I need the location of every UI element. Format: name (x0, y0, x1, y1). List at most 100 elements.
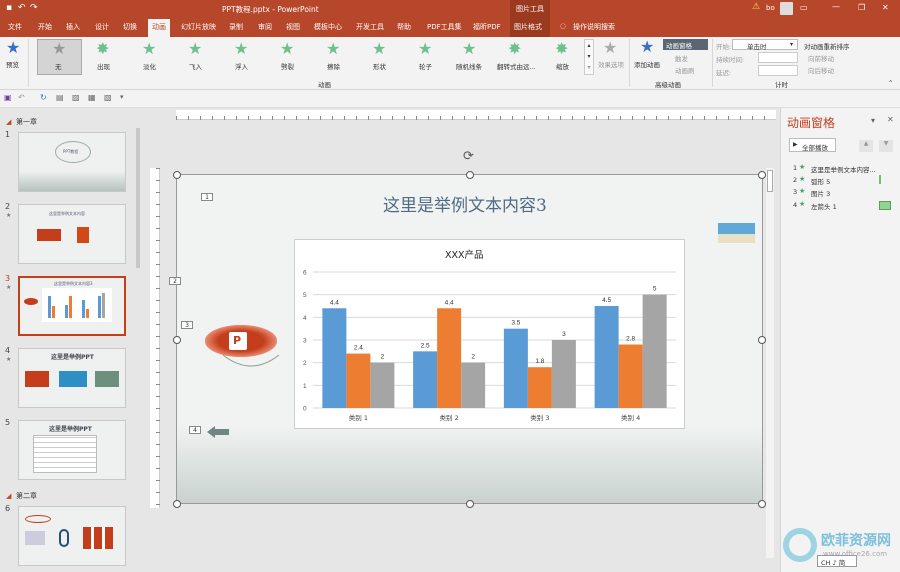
anim-list-item[interactable]: 3 ★ 图片 3 (793, 187, 893, 199)
effect-shape-label[interactable]: 形状 (373, 61, 386, 71)
restore-button[interactable]: ❐ (858, 3, 865, 12)
effect-wheel-icon[interactable]: ★ (418, 41, 432, 57)
lightbulb-icon[interactable]: ◌ (560, 22, 566, 30)
tab-picture-format[interactable]: 图片格式 (514, 22, 542, 32)
anim-list-item[interactable]: 1 ★ 这里是举例文本内容... (793, 163, 893, 175)
resize-handle[interactable] (758, 171, 766, 179)
ime-indicator[interactable]: CH ♪ 简 (817, 555, 857, 567)
add-animation-icon[interactable]: ★ (640, 39, 654, 55)
pane-options-icon[interactable]: ▾ (871, 116, 875, 125)
collapse-ribbon-icon[interactable]: ⌃ (888, 79, 893, 87)
image-icon[interactable]: ▨ (72, 93, 80, 102)
preview-icon[interactable]: ★ (6, 40, 20, 56)
resize-handle[interactable] (173, 500, 181, 508)
move-later-button[interactable]: 向后移动 (808, 65, 834, 75)
close-button[interactable]: ✕ (882, 3, 889, 12)
resize-handle[interactable] (758, 336, 766, 344)
ribbon-display-icon[interactable]: ▭ (800, 3, 808, 12)
section-chevron-icon[interactable]: ◢ (6, 492, 11, 500)
move-up-icon[interactable]: ▲ (859, 140, 873, 152)
delay-input[interactable] (758, 65, 798, 76)
effect-shape-icon[interactable]: ★ (372, 41, 386, 57)
resize-handle[interactable] (466, 500, 474, 508)
effect-options-button[interactable]: 效果选项 (598, 59, 624, 69)
tab-home[interactable]: 开始 (38, 22, 52, 32)
beach-image[interactable] (718, 223, 755, 243)
tab-review[interactable]: 审阅 (258, 22, 272, 32)
gallery-scroll[interactable]: ▴ ▾ ▿ (584, 39, 594, 75)
tell-me-search[interactable]: 操作说明搜索 (573, 22, 615, 32)
customize-qat-icon[interactable]: ▾ (120, 93, 124, 101)
slide-thumb-6[interactable] (18, 506, 126, 566)
warning-icon[interactable]: ⚠ (752, 2, 760, 12)
tab-foxit-pdf[interactable]: 福昕PDF (473, 22, 501, 32)
play-all-button[interactable]: ▶ 全部播放 (789, 138, 836, 152)
effect-float-in-label[interactable]: 浮入 (235, 61, 248, 71)
effect-wipe-icon[interactable]: ★ (326, 41, 340, 57)
start-dropdown[interactable]: 单击时 ▾ (732, 39, 798, 51)
slide-thumb-5[interactable]: 这里是举例PPT (18, 420, 126, 480)
tab-transitions[interactable]: 切换 (123, 22, 137, 32)
effect-wipe-label[interactable]: 擦除 (327, 61, 340, 71)
slide-thumb-3[interactable]: 这里是举例文本内容3 (18, 276, 126, 336)
anim-tag-4[interactable]: 4 (189, 426, 201, 434)
grid-icon[interactable]: ▦ (88, 93, 96, 102)
tab-pdf-tools[interactable]: PDF工具集 (427, 22, 462, 32)
slide-thumb-2[interactable]: 这里是举例文本内容 (18, 204, 126, 264)
tab-record[interactable]: 录制 (229, 22, 243, 32)
tab-template-center[interactable]: 模板中心 (314, 22, 342, 32)
tab-view[interactable]: 视图 (286, 22, 300, 32)
anim-tag-2[interactable]: 2 (169, 277, 181, 285)
anim-list-item[interactable]: 4 ★ 左箭头 1 (793, 200, 893, 212)
vertical-scrollbar[interactable] (766, 168, 774, 558)
left-arrow-shape[interactable] (207, 426, 229, 438)
undo-icon[interactable]: ↶ (18, 3, 26, 13)
redo-icon[interactable]: ↷ (30, 3, 38, 13)
tab-insert[interactable]: 插入 (66, 22, 80, 32)
thumbs-scrollbar[interactable] (136, 128, 140, 268)
move-earlier-button[interactable]: 向前移动 (808, 53, 834, 63)
slide-icon[interactable]: ▤ (56, 93, 64, 102)
minimize-button[interactable]: — (832, 2, 840, 11)
effect-split-icon[interactable]: ★ (280, 41, 294, 57)
format-icon[interactable]: ▧ (104, 93, 112, 102)
user-name[interactable]: bo (766, 4, 775, 12)
effect-wheel-label[interactable]: 轮子 (419, 61, 432, 71)
scroll-thumb[interactable] (767, 170, 773, 192)
effect-float-in-icon[interactable]: ★ (234, 41, 248, 57)
section-chevron-icon[interactable]: ◢ (6, 118, 11, 126)
trigger-button[interactable]: 触发 (675, 53, 688, 63)
preview-button[interactable]: 预览 (6, 59, 19, 69)
resize-handle[interactable] (758, 500, 766, 508)
animation-pane-button[interactable]: 动画窗格 (663, 39, 708, 50)
effect-fly-in-icon[interactable]: ★ (188, 41, 202, 57)
effect-appear-label[interactable]: 出现 (97, 61, 110, 71)
tab-slideshow[interactable]: 幻灯片放映 (181, 22, 216, 32)
effect-grow-turn-icon[interactable]: ✸ (508, 41, 521, 57)
slide-thumb-1[interactable]: PPT教程 (18, 132, 126, 192)
slide-thumb-4[interactable]: 这里是举例PPT (18, 348, 126, 408)
repeat-icon[interactable]: ↻ (40, 93, 47, 102)
effect-random-bars-icon[interactable]: ★ (462, 41, 476, 57)
chart-container[interactable]: XXX产品 0 1 2 3 4 5 6 4.4 2.4 2 类别 1 2.5 4.4 2 类别 2 3.5 1.… (294, 239, 685, 429)
effect-split-label[interactable]: 劈裂 (281, 61, 294, 71)
animation-painter-button[interactable]: 动画刷 (675, 65, 695, 75)
effect-zoom-label[interactable]: 缩放 (556, 61, 569, 71)
avatar[interactable] (780, 2, 793, 15)
undo-icon[interactable]: ↶ (18, 93, 25, 102)
move-down-icon[interactable]: ▼ (879, 140, 893, 152)
resize-handle[interactable] (466, 171, 474, 179)
effect-appear-icon[interactable]: ✸ (96, 41, 109, 57)
duration-input[interactable] (758, 52, 798, 63)
anim-tag-1[interactable]: 1 (201, 193, 213, 201)
effect-fade-label[interactable]: 淡化 (143, 61, 156, 71)
resize-handle[interactable] (173, 171, 181, 179)
tab-developer[interactable]: 开发工具 (356, 22, 384, 32)
effect-fly-in-label[interactable]: 飞入 (189, 61, 202, 71)
close-pane-icon[interactable]: ✕ (887, 115, 894, 124)
tab-help[interactable]: 帮助 (397, 22, 411, 32)
effect-options-icon[interactable]: ★ (603, 40, 617, 56)
slide-title[interactable]: 这里是举例文本内容3 (383, 191, 547, 216)
effect-zoom-icon[interactable]: ✸ (555, 41, 568, 57)
section-label-1[interactable]: 第一章 (16, 117, 37, 127)
